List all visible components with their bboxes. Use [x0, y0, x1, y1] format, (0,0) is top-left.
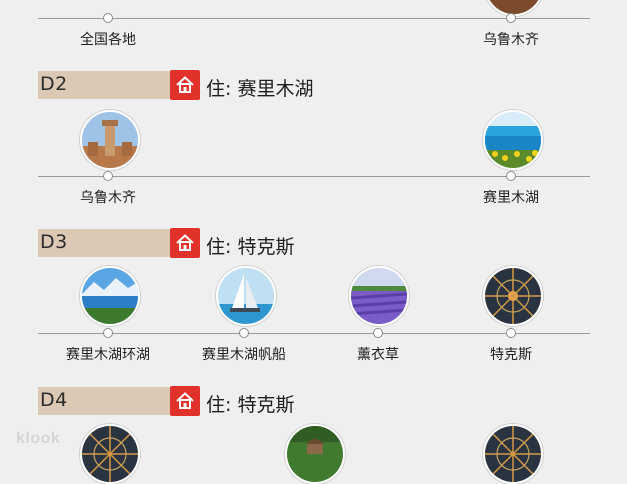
tower-photo [80, 110, 140, 170]
town-night-photo [483, 424, 543, 484]
stop-label: 全国各地 [80, 32, 136, 48]
watermark: klook [16, 430, 61, 447]
timeline-node [506, 171, 516, 181]
stop-label: 赛里木湖帆船 [202, 347, 286, 363]
timeline-node [373, 328, 383, 338]
timeline-node [506, 328, 516, 338]
lake-photo [483, 110, 543, 170]
town-night-photo [80, 424, 140, 484]
timeline-node [506, 13, 516, 23]
day-code: D3 [40, 231, 68, 253]
stop-label: 特克斯 [490, 347, 532, 363]
home-icon [170, 386, 200, 416]
stop-label: 赛里木湖 [483, 190, 539, 206]
stay-location: 住: 赛里木湖 [206, 78, 314, 100]
timeline-node [103, 171, 113, 181]
stay-location: 住: 特克斯 [206, 236, 295, 258]
home-icon [170, 70, 200, 100]
sailboat-photo [216, 266, 276, 326]
day-code: D4 [40, 389, 68, 411]
timeline-node [239, 328, 249, 338]
home-icon [170, 228, 200, 258]
stop-label: 乌鲁木齐 [483, 32, 539, 48]
stay-location: 住: 特克斯 [206, 394, 295, 416]
lake-mountain-photo [80, 266, 140, 326]
stop-label: 乌鲁木齐 [80, 190, 136, 206]
timeline-node [103, 13, 113, 23]
timeline-node [103, 328, 113, 338]
lavender-photo [349, 266, 409, 326]
day-code: D2 [40, 73, 68, 95]
town-night-photo [483, 266, 543, 326]
stop-label: 赛里木湖环湖 [66, 347, 150, 363]
grassland-photo [285, 424, 345, 484]
stop-label: 薰衣草 [357, 347, 399, 363]
